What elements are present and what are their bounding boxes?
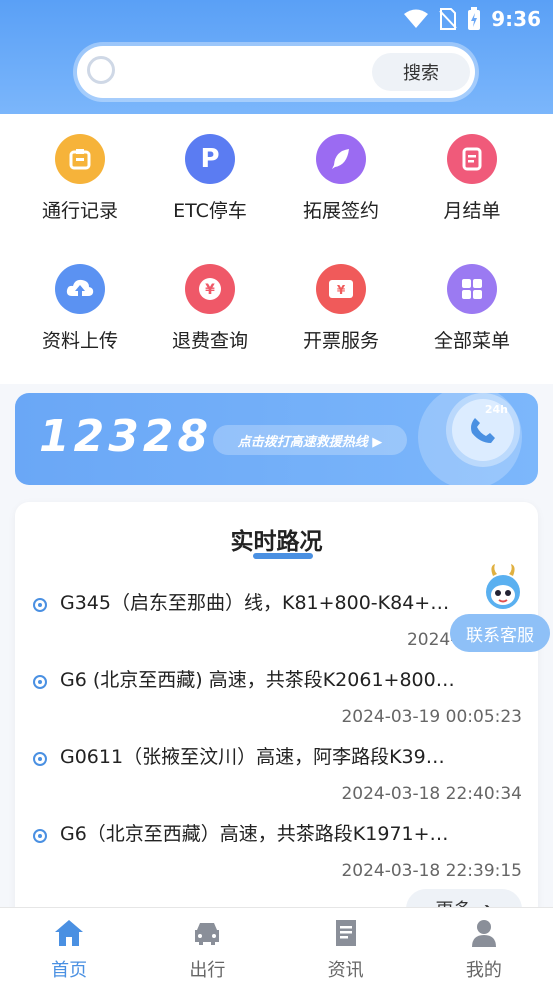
grid-item-etc-parking[interactable]: P ETC停车 bbox=[145, 134, 275, 223]
grid-item-label: 拓展签约 bbox=[302, 200, 379, 222]
mascot-icon[interactable] bbox=[475, 562, 531, 618]
road-status-text: G6（北京至西藏）高速，共茶路段K1971+… bbox=[60, 823, 449, 845]
title-underline bbox=[253, 553, 313, 559]
road-status-text: G345（启东至那曲）线，K81+800-K84+… bbox=[60, 592, 450, 614]
grid-item-extend-sign[interactable]: 拓展签约 bbox=[276, 134, 406, 223]
search-button[interactable]: 搜索 bbox=[372, 53, 470, 91]
user-icon bbox=[471, 920, 496, 947]
grid-item-label: 通行记录 bbox=[41, 200, 118, 222]
cloud-upload-icon bbox=[55, 264, 105, 314]
tab-label: 资讯 bbox=[327, 960, 364, 981]
status-bar: 9:36 bbox=[403, 6, 541, 32]
road-status-time: 2024-03-19 00:05:23 bbox=[341, 707, 522, 727]
grid-item-pass-record[interactable]: 通行记录 bbox=[15, 134, 145, 223]
search-icon bbox=[87, 56, 115, 84]
bottom-tab-bar: 首页 出行 资讯 我的 bbox=[0, 907, 553, 983]
tab-home[interactable]: 首页 bbox=[0, 908, 138, 983]
grid-item-label: ETC停车 bbox=[173, 200, 247, 222]
menu-grid-icon bbox=[447, 264, 497, 314]
tab-label: 出行 bbox=[189, 960, 226, 981]
road-status-time: 2024-03-18 22:40:34 bbox=[341, 784, 522, 804]
grid-item-label: 开票服务 bbox=[302, 330, 379, 352]
customer-service-button[interactable]: 联系客服 bbox=[450, 614, 550, 652]
road-status-title: 实时路况 bbox=[230, 529, 323, 555]
tab-me[interactable]: 我的 bbox=[415, 908, 553, 983]
road-status-text: G6 (北京至西藏) 高速，共茶段K2061+800… bbox=[60, 669, 455, 691]
parking-icon: P bbox=[185, 134, 235, 184]
tab-label: 我的 bbox=[465, 960, 502, 981]
statement-icon bbox=[447, 134, 497, 184]
road-status-item[interactable]: G0611（张掖至汶川）高速，阿李路段K39… 2024-03-18 22:40… bbox=[15, 742, 538, 818]
tab-travel[interactable]: 出行 bbox=[138, 908, 276, 983]
grid-item-invoice[interactable]: ¥ 开票服务 bbox=[276, 264, 406, 353]
search-bar: 搜索 bbox=[77, 46, 475, 98]
bullet-icon bbox=[33, 829, 47, 843]
hotline-number: 12328 bbox=[39, 411, 213, 462]
bullet-icon bbox=[33, 598, 47, 612]
grid-item-refund[interactable]: ¥ 退费查询 bbox=[145, 264, 275, 353]
home-icon bbox=[55, 920, 84, 946]
grid-item-label: 退费查询 bbox=[171, 330, 248, 352]
road-status-text: G0611（张掖至汶川）高速，阿李路段K39… bbox=[60, 746, 445, 768]
bullet-icon bbox=[33, 675, 47, 689]
grid-item-label: 全部菜单 bbox=[433, 330, 510, 352]
road-status-item[interactable]: G6 (北京至西藏) 高速，共茶段K2061+800… 2024-03-19 0… bbox=[15, 665, 538, 741]
hotline-call-button[interactable]: 点击拨打高速救援热线 ▶ bbox=[213, 425, 407, 455]
function-grid: 通行记录 P ETC停车 拓展签约 月结单 资料上传 ¥ 退费查询 ¥ 开票服务 bbox=[0, 114, 553, 384]
tab-label: 首页 bbox=[51, 960, 88, 981]
news-icon bbox=[335, 920, 356, 946]
header: 9:36 搜索 bbox=[0, 0, 553, 114]
bullet-icon bbox=[33, 752, 47, 766]
road-status-time: 2024-03-18 22:39:15 bbox=[341, 861, 522, 881]
grid-item-all-menu[interactable]: 全部菜单 bbox=[407, 264, 537, 353]
no-sim-icon bbox=[439, 8, 457, 30]
wifi-icon bbox=[404, 9, 429, 28]
hotline-banner[interactable]: 12328 点击拨打高速救援热线 ▶ 24h bbox=[15, 393, 538, 485]
road-status-item[interactable]: G6（北京至西藏）高速，共茶路段K1971+… 2024-03-18 22:39… bbox=[15, 819, 538, 895]
hotline-24h-badge: 24h bbox=[484, 403, 508, 416]
status-time: 9:36 bbox=[491, 7, 541, 31]
invoice-icon: ¥ bbox=[316, 264, 366, 314]
search-input[interactable] bbox=[127, 54, 361, 92]
grid-item-label: 资料上传 bbox=[41, 330, 118, 352]
battery-icon bbox=[468, 7, 481, 30]
grid-item-label: 月结单 bbox=[443, 200, 501, 222]
svg-text:¥: ¥ bbox=[205, 282, 215, 298]
road-status-card: 实时路况 G345（启东至那曲）线，K81+800-K84+… 2024-03-… bbox=[15, 502, 538, 932]
tab-news[interactable]: 资讯 bbox=[277, 908, 415, 983]
grid-item-upload[interactable]: 资料上传 bbox=[15, 264, 145, 353]
svg-text:¥: ¥ bbox=[337, 283, 346, 297]
car-icon bbox=[195, 923, 220, 945]
refund-icon: ¥ bbox=[185, 264, 235, 314]
record-icon bbox=[55, 134, 105, 184]
feather-icon bbox=[316, 134, 366, 184]
grid-item-monthly-statement[interactable]: 月结单 bbox=[407, 134, 537, 223]
